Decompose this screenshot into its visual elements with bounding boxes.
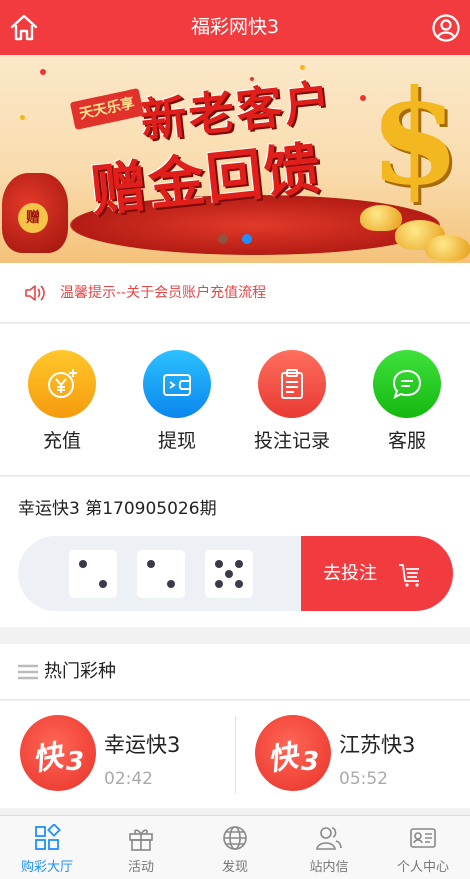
tab-profile[interactable]: 个人中心 [376, 816, 470, 879]
die-3 [205, 550, 253, 598]
lottery-countdown: 02:42 [104, 769, 153, 789]
hot-lottery-header: 热门彩种 [0, 644, 470, 700]
quick-actions: 充值 提现 投注记录 客服 [0, 324, 470, 476]
draw-section: 幸运快3 第170905026期 去投注 [0, 477, 470, 627]
lottery-name: 幸运快3 [104, 733, 181, 757]
die-pip [235, 580, 243, 588]
go-bet-button[interactable]: 去投注 [301, 536, 453, 611]
tab-label: 发现 [221, 860, 248, 875]
die-2 [137, 550, 185, 598]
tab-discover[interactable]: 发现 [188, 816, 282, 879]
k3-logo-icon: 快 3 [20, 715, 96, 791]
die-pip [79, 560, 87, 568]
die-pip [235, 560, 243, 568]
tab-lottery-hall[interactable]: 购彩大厅 [0, 816, 94, 879]
carousel-dot-active[interactable] [242, 234, 252, 244]
recharge-button[interactable]: 充值 [12, 350, 112, 453]
lucky-bag-label: 赠 [18, 203, 48, 233]
dice-result-bar: 去投注 [18, 536, 453, 611]
user-circle-icon[interactable] [430, 12, 462, 44]
die-pip [215, 560, 223, 568]
withdraw-button[interactable]: 提现 [127, 350, 227, 453]
cart-icon [399, 564, 419, 587]
banner-tag: 天天乐享 [69, 88, 145, 130]
confetti [360, 95, 366, 101]
die-pip [167, 580, 175, 588]
lottery-item-lucky-k3[interactable]: 快 3 幸运快3 02:42 [0, 715, 230, 795]
bet-records-label: 投注记录 [253, 430, 330, 452]
die-pip [147, 560, 155, 568]
bottom-tab-bar: 购彩大厅 活动 发现 站内信 个人中心 [0, 815, 470, 879]
die-pip [215, 580, 223, 588]
go-bet-label: 去投注 [323, 563, 377, 584]
tab-label: 个人中心 [396, 860, 449, 875]
confetti [40, 69, 46, 75]
draw-period: 幸运快3 第170905026期 [18, 499, 217, 519]
chat-bubble-icon [373, 350, 441, 418]
k3-logo-char: 快 [264, 738, 301, 779]
lottery-item-jiangsu-k3[interactable]: 快 3 江苏快3 05:52 [235, 715, 465, 795]
withdraw-label: 提现 [157, 430, 196, 452]
contacts-icon [316, 827, 342, 850]
carousel-dot[interactable] [218, 234, 228, 244]
page-title: 福彩网快3 [190, 16, 280, 38]
app-page: 福彩网快3 $ 赠 新老客户 赠金回馈 天天乐享 温馨提示--关于会员账户充值流… [0, 0, 470, 879]
die-pip [225, 570, 233, 578]
carousel-indicator [218, 229, 266, 244]
lottery-name: 江苏快3 [339, 733, 416, 757]
k3-logo-char: 快 [29, 738, 66, 779]
k3-logo-num: 3 [66, 747, 85, 777]
wallet-icon [143, 350, 211, 418]
recharge-label: 充值 [42, 430, 81, 452]
gift-icon [129, 829, 153, 851]
notice-bar[interactable]: 温馨提示--关于会员账户充值流程 [0, 263, 470, 323]
k3-logo-icon: 快 3 [255, 715, 331, 791]
dollar-sign-graphic: $ [369, 61, 460, 214]
k3-logo-num: 3 [301, 747, 320, 777]
gold-ingot [425, 235, 470, 261]
die-1 [69, 550, 117, 598]
gold-ingot [360, 205, 402, 231]
notice-text[interactable]: 温馨提示--关于会员账户充值流程 [60, 263, 266, 323]
divider [235, 716, 236, 794]
tab-label: 购彩大厅 [20, 860, 73, 875]
die-pip [99, 580, 107, 588]
yen-coin-icon [28, 350, 96, 418]
bet-records-button[interactable]: 投注记录 [242, 350, 342, 453]
lottery-countdown: 05:52 [339, 769, 388, 789]
hot-lottery-title: 热门彩种 [44, 661, 116, 682]
tab-activities[interactable]: 活动 [94, 816, 188, 879]
customer-service-button[interactable]: 客服 [357, 350, 457, 453]
clipboard-icon [258, 350, 326, 418]
speaker-icon [24, 283, 48, 303]
grid-icon [35, 824, 61, 850]
tab-label: 站内信 [309, 860, 349, 875]
confetti [20, 115, 25, 120]
menu-lines-icon [18, 664, 38, 680]
customer-service-label: 客服 [387, 430, 426, 452]
globe-icon [223, 826, 247, 850]
top-header: 福彩网快3 [0, 0, 470, 55]
tab-messages[interactable]: 站内信 [282, 816, 376, 879]
id-card-icon [410, 828, 436, 848]
tab-label: 活动 [127, 860, 154, 875]
